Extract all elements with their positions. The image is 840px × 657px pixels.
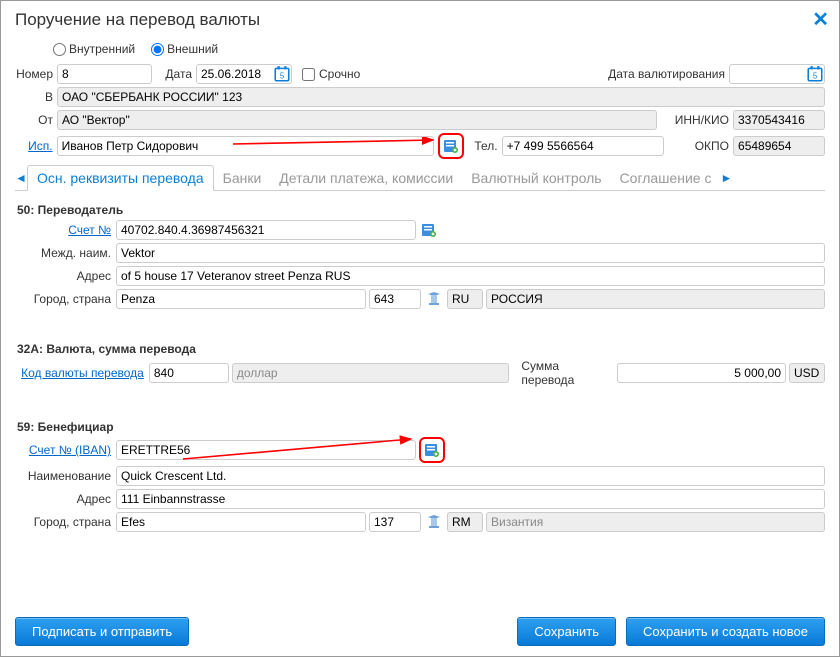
sec59-city-input[interactable]: [116, 512, 366, 532]
sec50-account-label[interactable]: Счет №: [68, 223, 111, 237]
from-label: От: [15, 113, 53, 127]
sec50-city-input[interactable]: [116, 289, 366, 309]
sec50-intl-name-input[interactable]: [116, 243, 825, 263]
highlight-box: [438, 133, 464, 159]
sec59-city-label: Город, страна: [15, 515, 113, 529]
sec59-addr-input[interactable]: [116, 489, 825, 509]
addressbook-icon[interactable]: [441, 136, 461, 156]
sec50-country-code-input[interactable]: [369, 289, 421, 309]
sec50-addr-input[interactable]: [116, 266, 825, 286]
sum-input[interactable]: [617, 363, 786, 383]
sum-label: Сумма перевода: [521, 359, 614, 387]
sec59-account-label[interactable]: Счет № (IBAN): [29, 443, 111, 457]
urgent-label: Срочно: [319, 67, 360, 81]
section-32a-title: 32A: Валюта, сумма перевода: [17, 342, 825, 356]
urgent-checkbox[interactable]: [302, 68, 315, 81]
calendar-icon[interactable]: 5: [273, 65, 291, 83]
highlight-box: [419, 437, 445, 463]
close-icon[interactable]: ✕: [812, 7, 829, 32]
tab-scroll-left-icon[interactable]: ◄: [15, 169, 27, 187]
sec59-country-code-input[interactable]: [369, 512, 421, 532]
sec59-country-short: [447, 512, 483, 532]
calendar-icon[interactable]: 5: [806, 65, 824, 83]
radio-external-input[interactable]: [151, 43, 164, 56]
tabs-bar: ◄ Осн. реквизиты перевода Банки Детали п…: [15, 165, 825, 191]
inn-label: ИНН/КИО: [671, 113, 729, 127]
sign-send-button[interactable]: Подписать и отправить: [15, 617, 189, 646]
usd-display: [789, 363, 825, 383]
svg-text:5: 5: [280, 72, 285, 81]
tab-currency-control[interactable]: Валютный контроль: [462, 166, 610, 190]
okpo-input: [733, 136, 825, 156]
section-59-title: 59: Бенефициар: [17, 420, 825, 434]
radio-internal-input[interactable]: [53, 43, 66, 56]
tel-input[interactable]: [502, 136, 664, 156]
curr-name-input: [232, 363, 510, 383]
section-50-title: 50: Переводатель: [17, 203, 825, 217]
sec50-country-name: [486, 289, 825, 309]
tab-banks[interactable]: Банки: [214, 166, 271, 190]
from-input: [57, 110, 657, 130]
bank-to-input: [57, 87, 825, 107]
addressbook-icon[interactable]: [422, 440, 442, 460]
currency-transfer-window: Поручение на перевод валюты ✕ Внутренний…: [0, 0, 840, 657]
tab-scroll-right-icon[interactable]: ►: [720, 169, 732, 187]
lookup-icon[interactable]: [424, 289, 444, 309]
number-input[interactable]: [57, 64, 152, 84]
save-new-button[interactable]: Сохранить и создать новое: [626, 617, 825, 646]
sec59-addr-label: Адрес: [15, 492, 113, 506]
tab-agreement[interactable]: Соглашение с: [611, 166, 721, 190]
inn-input: [733, 110, 825, 130]
sec50-addr-label: Адрес: [15, 269, 113, 283]
sec59-account-input[interactable]: [116, 440, 416, 460]
date-label: Дата: [156, 67, 192, 81]
addressbook-icon[interactable]: [419, 220, 439, 240]
radio-internal[interactable]: Внутренний: [53, 42, 135, 56]
number-label: Номер: [15, 67, 53, 81]
to-label: В: [15, 90, 53, 104]
sec50-account-input[interactable]: [116, 220, 416, 240]
isp-input[interactable]: [57, 136, 434, 156]
sec50-intl-name-label: Межд. наим.: [15, 246, 113, 260]
tab-main-requisites[interactable]: Осн. реквизиты перевода: [27, 165, 214, 191]
radio-external[interactable]: Внешний: [151, 42, 218, 56]
svg-text:5: 5: [813, 72, 818, 81]
curr-code-input[interactable]: [149, 363, 229, 383]
sec50-city-label: Город, страна: [15, 292, 113, 306]
tel-label: Тел.: [468, 139, 498, 153]
window-title: Поручение на перевод валюты: [15, 10, 260, 30]
curr-code-label[interactable]: Код валюты перевода: [21, 366, 144, 380]
isp-label: Исп.: [15, 139, 53, 153]
sec59-name-input[interactable]: [116, 466, 825, 486]
sec59-name-label: Наименование: [15, 469, 113, 483]
sec59-country-name: [486, 512, 825, 532]
okpo-label: ОКПО: [672, 139, 729, 153]
save-button[interactable]: Сохранить: [517, 617, 616, 646]
value-date-label: Дата валютирования: [608, 67, 725, 81]
tab-payment-details[interactable]: Детали платежа, комиссии: [270, 166, 462, 190]
lookup-icon[interactable]: [424, 512, 444, 532]
sec50-country-short: [447, 289, 483, 309]
